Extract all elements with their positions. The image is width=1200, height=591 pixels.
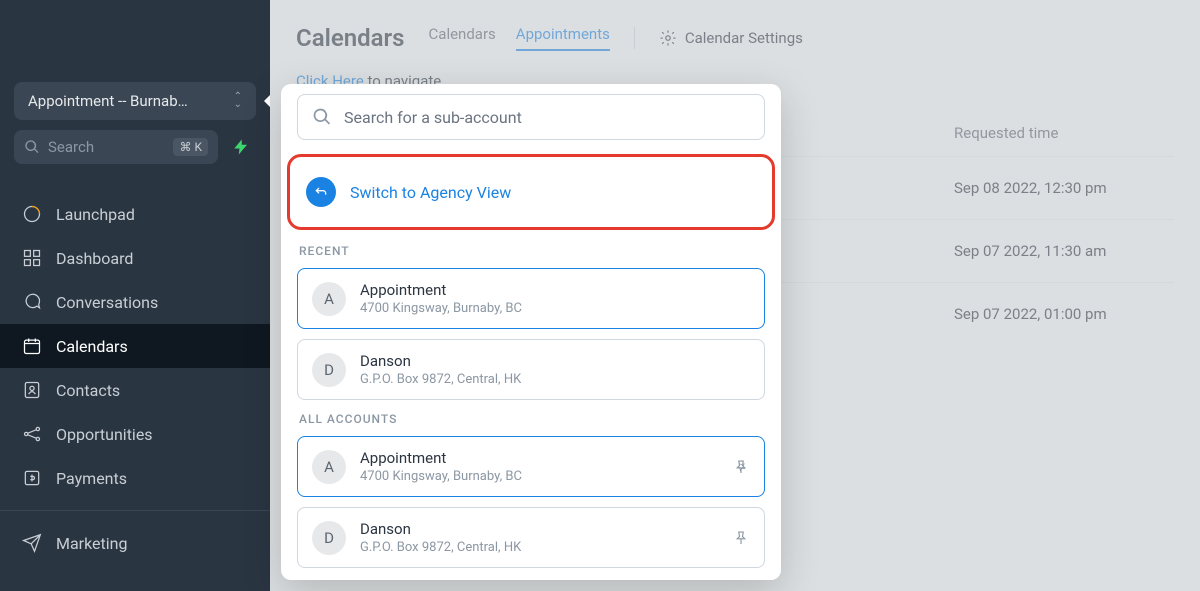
sidebar-item-payments[interactable]: Payments	[0, 456, 270, 500]
pin-icon[interactable]	[732, 529, 750, 547]
subaccount-search[interactable]	[297, 94, 765, 140]
nav-divider	[0, 510, 270, 511]
all-accounts-label: ALL ACCOUNTS	[281, 412, 781, 436]
account-card[interactable]: D Danson G.P.O. Box 9872, Central, HK	[297, 507, 765, 568]
sidebar-item-marketing[interactable]: Marketing	[0, 521, 270, 565]
nav-label: Contacts	[56, 381, 120, 400]
account-selector-label: Appointment -- Burnab…	[28, 92, 188, 110]
agency-label: Switch to Agency View	[350, 183, 511, 202]
subaccount-search-input[interactable]	[344, 108, 750, 127]
recent-label: RECENT	[281, 244, 781, 268]
account-info: Danson G.P.O. Box 9872, Central, HK	[360, 352, 521, 387]
avatar: A	[312, 450, 346, 484]
sidebar-item-contacts[interactable]: Contacts	[0, 368, 270, 412]
main-tabs: Calendars Appointments	[429, 25, 610, 51]
row-time: Sep 08 2022, 12:30 pm	[954, 179, 1174, 197]
sidebar-logo-area	[0, 0, 270, 82]
kbd-shortcut: ⌘ K	[173, 138, 208, 156]
tab-appointments[interactable]: Appointments	[516, 25, 610, 51]
payments-icon	[22, 468, 42, 488]
sidebar-search-placeholder: Search	[48, 138, 165, 156]
account-card[interactable]: D Danson G.P.O. Box 9872, Central, HK	[297, 339, 765, 400]
account-card[interactable]: A Appointment 4700 Kingsway, Burnaby, BC	[297, 268, 765, 329]
account-address: 4700 Kingsway, Burnaby, BC	[360, 469, 522, 484]
col-requested-time: Requested time	[954, 124, 1174, 142]
marketing-icon	[22, 533, 42, 553]
nav-label: Dashboard	[56, 249, 133, 268]
gear-icon	[659, 29, 677, 47]
nav-label: Launchpad	[56, 205, 135, 224]
tab-calendars[interactable]: Calendars	[429, 25, 496, 51]
search-icon	[312, 107, 332, 127]
account-address: 4700 Kingsway, Burnaby, BC	[360, 301, 522, 316]
quick-actions-button[interactable]	[226, 132, 256, 162]
back-icon	[306, 177, 336, 207]
account-info: Appointment 4700 Kingsway, Burnaby, BC	[360, 281, 522, 316]
account-info: Danson G.P.O. Box 9872, Central, HK	[360, 520, 521, 555]
page-title: Calendars	[296, 24, 405, 52]
main-header: Calendars Calendars Appointments Calenda…	[270, 0, 1200, 52]
nav-label: Opportunities	[56, 425, 153, 444]
account-name: Danson	[360, 520, 521, 538]
divider	[634, 27, 635, 49]
sidebar-item-opportunities[interactable]: Opportunities	[0, 412, 270, 456]
sidebar: Appointment -- Burnab… ⌃⌄ Search ⌘ K Lau…	[0, 0, 270, 591]
account-card[interactable]: A Appointment 4700 Kingsway, Burnaby, BC	[297, 436, 765, 497]
avatar: D	[312, 521, 346, 555]
dashboard-icon	[22, 248, 42, 268]
sidebar-nav: Launchpad Dashboard Conversations Calend…	[0, 192, 270, 565]
calendar-icon	[22, 336, 42, 356]
account-selector[interactable]: Appointment -- Burnab… ⌃⌄	[14, 82, 256, 120]
nav-label: Payments	[56, 469, 127, 488]
avatar: A	[312, 282, 346, 316]
sidebar-item-conversations[interactable]: Conversations	[0, 280, 270, 324]
recent-accounts: A Appointment 4700 Kingsway, Burnaby, BC…	[281, 268, 781, 412]
account-name: Appointment	[360, 449, 522, 467]
search-icon	[24, 139, 40, 155]
avatar: D	[312, 353, 346, 387]
row-time: Sep 07 2022, 01:00 pm	[954, 305, 1174, 323]
contacts-icon	[22, 380, 42, 400]
all-accounts: A Appointment 4700 Kingsway, Burnaby, BC…	[281, 436, 781, 580]
row-time: Sep 07 2022, 11:30 am	[954, 242, 1174, 260]
sidebar-item-launchpad[interactable]: Launchpad	[0, 192, 270, 236]
chat-icon	[22, 292, 42, 312]
settings-label: Calendar Settings	[685, 29, 803, 47]
chevrons-updown-icon: ⌃⌄	[234, 93, 242, 109]
nav-label: Calendars	[56, 337, 128, 356]
switch-agency-view[interactable]: Switch to Agency View	[287, 154, 775, 230]
account-name: Appointment	[360, 281, 522, 299]
pin-icon[interactable]	[732, 458, 750, 476]
nav-label: Marketing	[56, 534, 127, 553]
account-name: Danson	[360, 352, 521, 370]
account-address: G.P.O. Box 9872, Central, HK	[360, 540, 521, 555]
sidebar-item-calendars[interactable]: Calendars	[0, 324, 270, 368]
sidebar-search[interactable]: Search ⌘ K	[14, 130, 218, 164]
account-switcher-popover: Switch to Agency View RECENT A Appointme…	[281, 84, 781, 580]
launchpad-icon	[22, 204, 42, 224]
calendar-settings-link[interactable]: Calendar Settings	[659, 29, 803, 47]
lightning-icon	[232, 138, 250, 156]
opportunities-icon	[22, 424, 42, 444]
account-address: G.P.O. Box 9872, Central, HK	[360, 372, 521, 387]
nav-label: Conversations	[56, 293, 158, 312]
sidebar-item-dashboard[interactable]: Dashboard	[0, 236, 270, 280]
account-info: Appointment 4700 Kingsway, Burnaby, BC	[360, 449, 522, 484]
